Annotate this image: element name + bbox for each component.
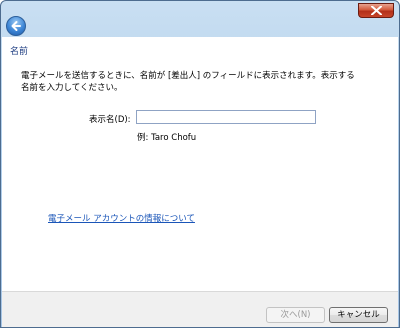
description: 電子メールを送信するときに、名前が [差出人] のフィールドに表示されます。表示… — [21, 70, 355, 94]
display-name-label: 表示名(D): — [89, 115, 131, 125]
close-icon — [371, 6, 382, 15]
wizard-window: 名前 電子メールを送信するときに、名前が [差出人] のフィールドに表示されます… — [0, 0, 400, 328]
page-title: 名前 — [10, 47, 29, 57]
next-button[interactable]: 次へ(N) — [266, 307, 325, 323]
button-bar: 次へ(N) キャンセル — [2, 291, 398, 327]
cancel-button[interactable]: キャンセル — [329, 307, 388, 323]
description-line-1: 電子メールを送信するときに、名前が [差出人] のフィールドに表示されます。表示… — [21, 71, 355, 81]
description-line-2: 名前を入力してください。 — [21, 83, 123, 93]
close-button[interactable] — [358, 3, 394, 18]
back-button[interactable] — [6, 16, 26, 36]
example-text: 例: Taro Chofu — [137, 133, 197, 143]
account-info-link[interactable]: 電子メール アカウントの情報について — [48, 212, 195, 224]
wizard-content: 名前 電子メールを送信するときに、名前が [差出人] のフィールドに表示されます… — [2, 37, 398, 291]
display-name-input[interactable] — [136, 110, 316, 124]
back-arrow-icon — [11, 21, 21, 31]
title-bar — [1, 1, 399, 37]
